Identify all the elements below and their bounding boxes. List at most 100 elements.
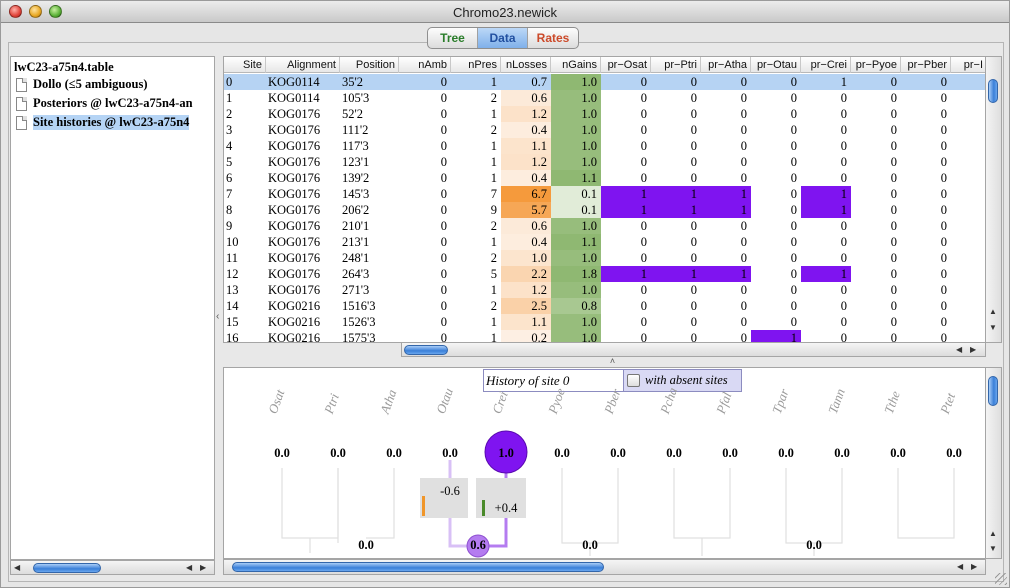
table-cell: 1: [701, 266, 751, 282]
table-row[interactable]: 1 KOG0114 105'3 0 2 0.6 1.0 0 0 0 0 0 0 0: [224, 90, 985, 106]
table-cell: 1: [601, 266, 651, 282]
table-cell: 0: [940, 219, 947, 233]
horizontal-splitter-handle[interactable]: ˄: [223, 357, 1002, 366]
leaf-value: 0.0: [722, 446, 738, 460]
column-header[interactable]: nAmb: [399, 57, 451, 73]
tab-rates[interactable]: Rates: [528, 28, 578, 48]
column-header[interactable]: pr−Pyoe: [851, 57, 901, 73]
scrollbar-thumb[interactable]: [404, 345, 448, 355]
table-cell: 2.2: [501, 266, 551, 282]
leaf-value: 0.0: [666, 446, 682, 460]
table-row[interactable]: 13 KOG0176 271'3 0 1 1.2 1.0 0 0 0 0 0 0 0: [224, 282, 985, 298]
table-row[interactable]: 0 KOG0114 35'2 0 1 0.7 1.0 0 0 0 0 1 0 0: [224, 74, 985, 90]
table-cell: 0: [890, 267, 897, 281]
table-cell: 0: [890, 171, 897, 185]
scroll-right-arrow-icon[interactable]: ▶: [970, 343, 976, 356]
tab-data[interactable]: Data: [478, 28, 528, 48]
table-cell: 0: [940, 187, 947, 201]
table-row[interactable]: 5 KOG0176 123'1 0 1 1.2 1.0 0 0 0 0 0 0 0: [224, 154, 985, 170]
table-horizontal-scrollbar[interactable]: ◀ ▶: [401, 342, 986, 357]
table-row[interactable]: 2 KOG0176 52'2 0 1 1.2 1.0 0 0 0 0 0 0 0: [224, 106, 985, 122]
table-cell: 1: [490, 235, 497, 249]
loss-bar: [422, 496, 425, 516]
table-cell: 0: [890, 219, 897, 233]
column-header[interactable]: Site: [224, 57, 266, 73]
history-horizontal-scrollbar[interactable]: ◀ ▶: [223, 559, 986, 575]
column-header[interactable]: nGains: [551, 57, 601, 73]
table-row[interactable]: 11 KOG0176 248'1 0 2 1.0 1.0 0 0 0 0 0 0 0: [224, 250, 985, 266]
column-header[interactable]: pr−Atha: [701, 57, 751, 73]
table-cell: 0: [440, 283, 447, 297]
column-header[interactable]: Position: [340, 57, 399, 73]
table-cell: 0: [740, 75, 747, 89]
vertical-splitter-handle[interactable]: ‹: [216, 311, 219, 322]
table-cell: 0: [690, 75, 697, 89]
tab-tree[interactable]: Tree: [428, 28, 478, 48]
table-row[interactable]: 4 KOG0176 117'3 0 1 1.1 1.0 0 0 0 0 0 0 0: [224, 138, 985, 154]
table-cell: 0: [790, 91, 797, 105]
scroll-left-arrow-icon[interactable]: ◀: [14, 561, 20, 574]
column-header[interactable]: nPres: [451, 57, 501, 73]
table-cell: 1.0: [551, 250, 601, 266]
table-cell: 1.0: [551, 154, 601, 170]
scrollbar-thumb[interactable]: [988, 376, 998, 406]
resize-grip-icon[interactable]: [995, 573, 1007, 585]
scroll-right-arrow-icon[interactable]: ▶: [200, 561, 206, 574]
table-cell: 15: [226, 315, 239, 329]
table-row[interactable]: 10 KOG0176 213'1 0 1 0.4 1.1 0 0 0 0 0 0 0: [224, 234, 985, 250]
column-header[interactable]: nLosses: [501, 57, 551, 73]
column-header[interactable]: pr−Crei: [801, 57, 851, 73]
column-header[interactable]: pr−I: [951, 57, 985, 73]
scroll-down-arrow-icon[interactable]: ▼: [989, 321, 997, 334]
table-row[interactable]: 9 KOG0176 210'1 0 2 0.6 1.0 0 0 0 0 0 0 0: [224, 218, 985, 234]
scroll-right-arrow-icon[interactable]: ▶: [971, 560, 977, 573]
sidebar-item-label: Site histories @ lwC23-a75n4: [33, 115, 190, 130]
scrollbar-thumb[interactable]: [988, 79, 998, 103]
column-header[interactable]: pr−Ptri: [651, 57, 701, 73]
table-cell: 0: [640, 139, 647, 153]
table-cell: 1: [490, 171, 497, 185]
table-vertical-scrollbar[interactable]: ▲ ▼: [986, 56, 1002, 343]
table-cell: KOG0176: [268, 283, 321, 297]
scroll-up-arrow-icon[interactable]: ▲: [989, 305, 997, 318]
table-cell: 0: [940, 75, 947, 89]
table-cell: 0: [940, 155, 947, 169]
scroll-left-arrow-icon[interactable]: ◀: [957, 560, 963, 573]
scrollbar-thumb[interactable]: [232, 562, 604, 572]
scrollbar-thumb[interactable]: [33, 563, 101, 573]
table-row[interactable]: 7 KOG0176 145'3 0 7 6.7 0.1 1 1 1 0 1 0 0: [224, 186, 985, 202]
table-row[interactable]: 14 KOG0216 1516'3 0 2 2.5 0.8 0 0 0 0 0 0 0: [224, 298, 985, 314]
table-cell: 1: [701, 186, 751, 202]
table-row[interactable]: 12 KOG0176 264'3 0 5 2.2 1.8 1 1 1 0 1 0 0: [224, 266, 985, 282]
sidebar-item-dollo[interactable]: Dollo (≤5 ambiguous): [11, 75, 214, 94]
sidebar-item-posteriors[interactable]: Posteriors @ lwC23-a75n4-an: [11, 94, 214, 113]
sidebar-horizontal-scrollbar[interactable]: ◀ ◀ ▶: [10, 560, 215, 575]
column-header[interactable]: Alignment: [266, 57, 340, 73]
scroll-left-arrow-icon[interactable]: ◀: [186, 561, 192, 574]
table-row[interactable]: 15 KOG0216 1526'3 0 1 1.1 1.0 0 0 0 0 0 0 0: [224, 314, 985, 330]
gain-bar: [482, 500, 485, 516]
table-cell: 1: [601, 202, 651, 218]
table-cell: 0: [740, 235, 747, 249]
table-cell: 0: [790, 75, 797, 89]
tree-root-label[interactable]: lwC23-a75n4.table: [11, 57, 214, 75]
table-cell: 0: [790, 123, 797, 137]
table-cell: 0: [740, 107, 747, 121]
table-row[interactable]: 3 KOG0176 111'2 0 2 0.4 1.0 0 0 0 0 0 0 0: [224, 122, 985, 138]
sidebar-item-site-histories[interactable]: Site histories @ lwC23-a75n4: [11, 113, 214, 132]
table-row[interactable]: 8 KOG0176 206'2 0 9 5.7 0.1 1 1 1 0 1 0 0: [224, 202, 985, 218]
column-header[interactable]: pr−Otau: [751, 57, 801, 73]
table-cell: 0: [440, 315, 447, 329]
column-header[interactable]: pr−Pber: [901, 57, 951, 73]
leaf-value: 0.0: [442, 446, 458, 460]
table-row[interactable]: 6 KOG0176 139'2 0 1 0.4 1.1 0 0 0 0 0 0 0: [224, 170, 985, 186]
table-cell: 1575'3: [342, 331, 376, 343]
scroll-up-arrow-icon[interactable]: ▲: [989, 527, 997, 540]
history-vertical-scrollbar[interactable]: ▲ ▼: [986, 367, 1002, 559]
table-cell: 0: [440, 123, 447, 137]
table-cell: 0: [790, 107, 797, 121]
table-cell: KOG0216: [268, 315, 321, 329]
scroll-down-arrow-icon[interactable]: ▼: [989, 542, 997, 555]
column-header[interactable]: pr−Osat: [601, 57, 651, 73]
scroll-left-arrow-icon[interactable]: ◀: [956, 343, 962, 356]
